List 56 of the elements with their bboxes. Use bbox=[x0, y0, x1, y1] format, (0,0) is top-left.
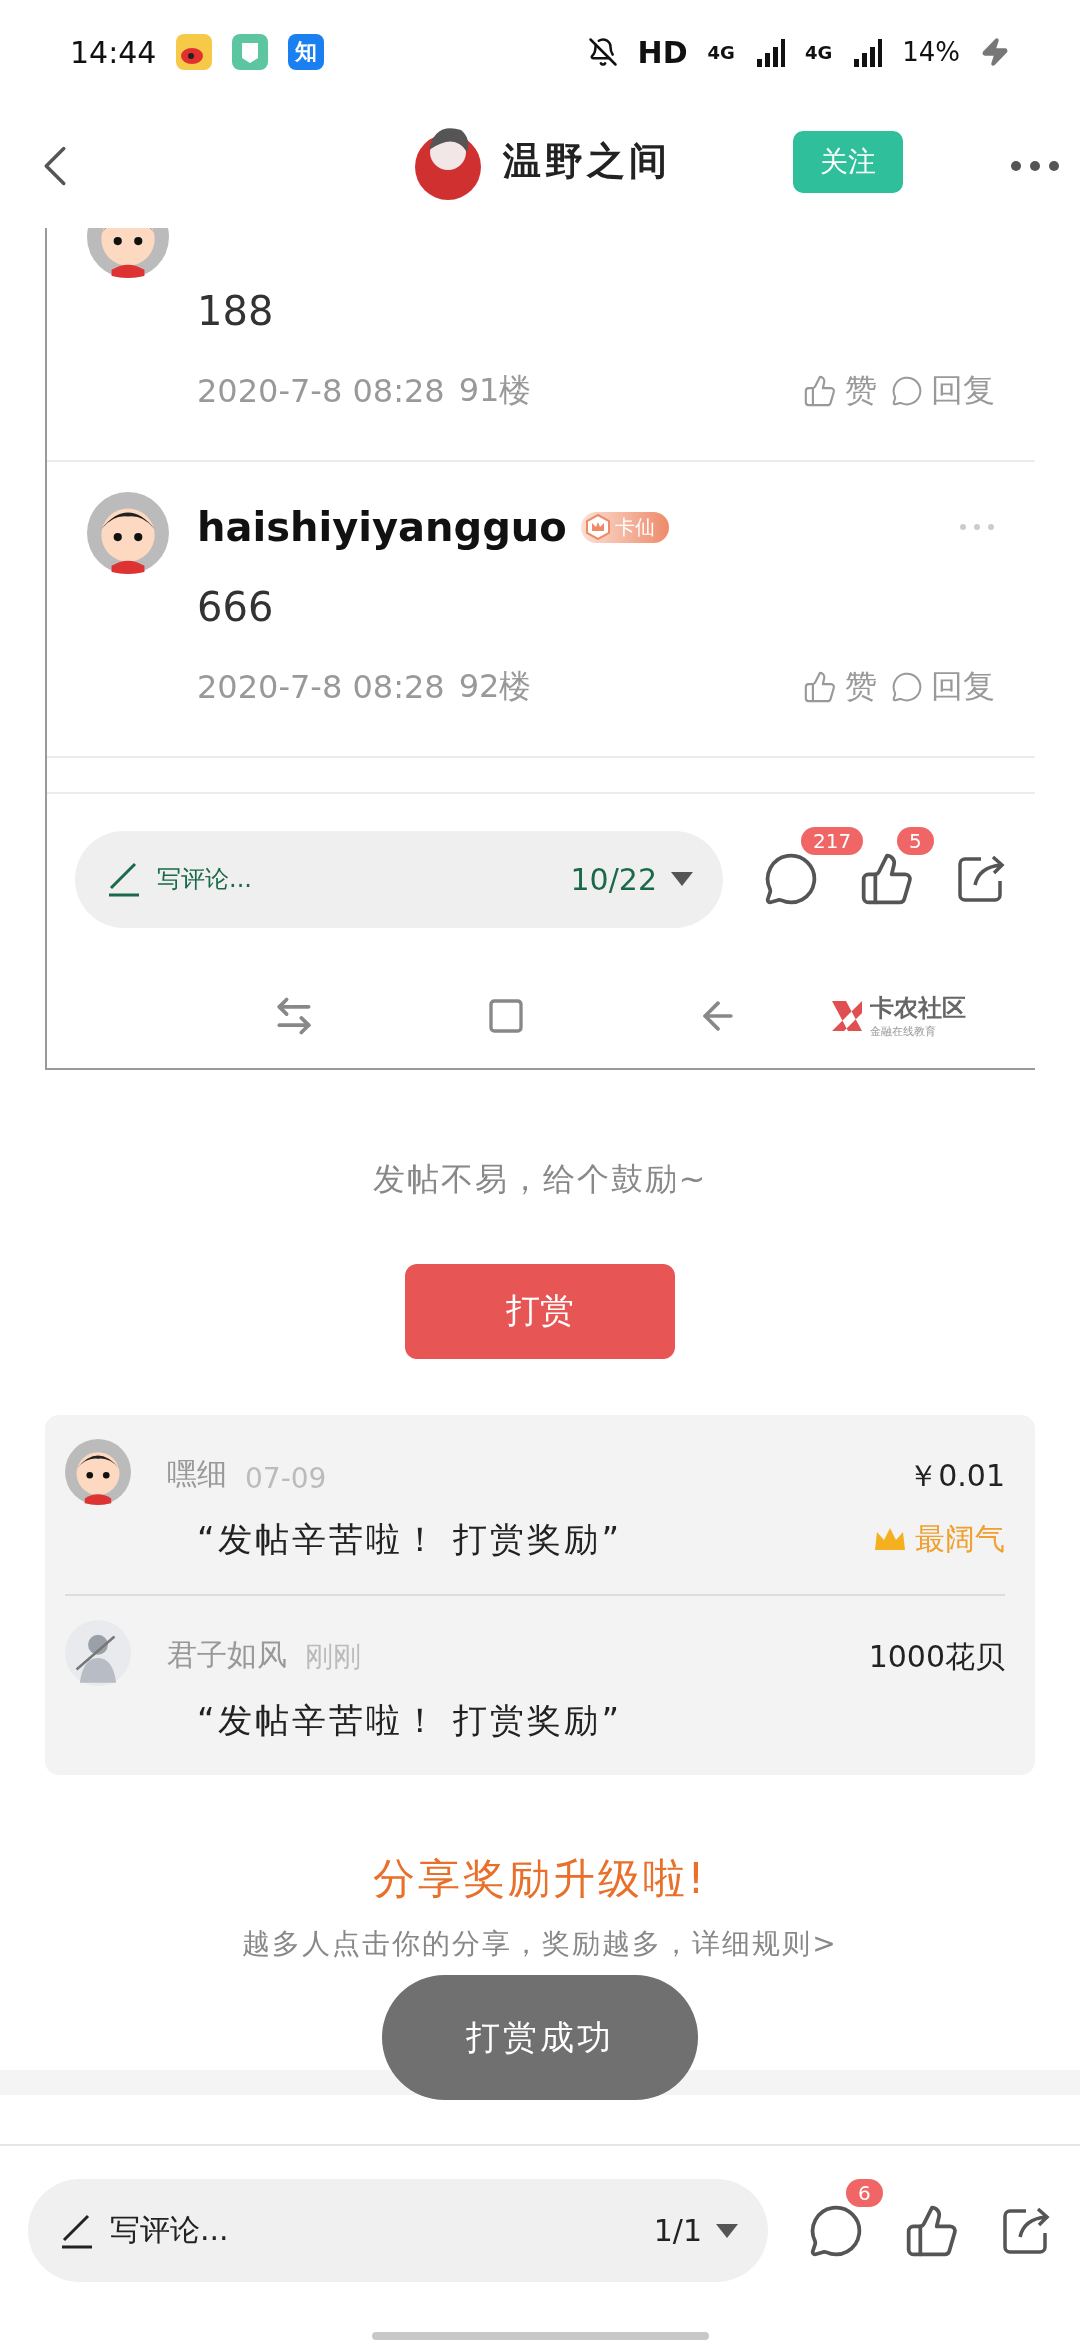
reply-button[interactable]: 回复 bbox=[891, 369, 995, 414]
logo-title: 卡农社区 bbox=[870, 993, 966, 1025]
share-rules-link[interactable]: 越多人点击你的分享，奖励越多，详细规则> bbox=[242, 1924, 838, 1963]
user-badge: 卡仙 bbox=[580, 511, 669, 543]
reply-button[interactable]: 回复 bbox=[891, 665, 995, 710]
page-counter[interactable]: 10/22 bbox=[570, 861, 657, 897]
comment-count: 217 bbox=[801, 827, 864, 856]
speech-bubble-icon bbox=[891, 375, 923, 408]
like-button[interactable]: 赞 bbox=[803, 369, 877, 414]
thumbs-up-icon bbox=[803, 670, 837, 705]
signal-icon bbox=[852, 37, 883, 68]
reward-message: “发帖辛苦啦！ 打赏奖励” bbox=[196, 1698, 624, 1742]
network-type: 4G bbox=[707, 41, 735, 63]
caret-icon[interactable] bbox=[671, 872, 693, 887]
battery-level: 14% bbox=[902, 37, 960, 68]
username: 嘿细 bbox=[167, 1454, 227, 1493]
avatar bbox=[65, 1438, 131, 1505]
comment-input[interactable]: 写评论... 10/22 bbox=[75, 830, 723, 928]
comment-time: 2020-7-8 08:28 bbox=[197, 372, 445, 411]
reward-button[interactable]: 打赏 bbox=[405, 1263, 675, 1359]
hd-indicator: HD bbox=[637, 34, 688, 70]
reward-time: 刚刚 bbox=[305, 1638, 361, 1675]
reward-amount: 1000花贝 bbox=[868, 1637, 1005, 1676]
like-count: 5 bbox=[897, 827, 934, 856]
reward-prompt: 发帖不易，给个鼓励~ bbox=[372, 1158, 708, 1200]
comment-text: 666 bbox=[197, 583, 275, 633]
reward-amount: ￥0.01 bbox=[907, 1456, 1005, 1495]
reward-time: 07-09 bbox=[245, 1461, 327, 1495]
thumbs-up-icon bbox=[803, 374, 837, 409]
network-type: 4G bbox=[804, 41, 833, 63]
app-icon: 知 bbox=[288, 34, 325, 71]
clock: 14:44 bbox=[70, 34, 157, 70]
top-tipper-label: 最阔气 bbox=[873, 1519, 1005, 1561]
comment-input[interactable]: 写评论... 1/1 bbox=[28, 2179, 768, 2283]
caret-icon[interactable] bbox=[716, 2223, 738, 2238]
floor-number: 91楼 bbox=[458, 370, 532, 412]
share-title: 分享奖励升级啦! bbox=[372, 1852, 708, 1905]
comment-text: 188 bbox=[197, 287, 275, 337]
speech-bubble-icon bbox=[891, 671, 923, 704]
like-button[interactable]: 赞 bbox=[803, 665, 877, 710]
page-title: 温野之间 bbox=[503, 137, 671, 185]
reward-message: “发帖辛苦啦！ 打赏奖励” bbox=[196, 1517, 624, 1561]
logo-subtitle: 金融在线教育 bbox=[870, 1024, 937, 1040]
bell-off-icon bbox=[587, 37, 618, 68]
comment-count: 6 bbox=[846, 2178, 883, 2207]
comment-time: 2020-7-8 08:28 bbox=[197, 668, 445, 707]
charging-icon bbox=[980, 37, 1010, 68]
floor-number: 92楼 bbox=[458, 666, 532, 708]
username: 君子如风 bbox=[167, 1635, 287, 1674]
toast: 打赏成功 bbox=[382, 1975, 698, 2100]
signal-icon bbox=[754, 37, 785, 68]
follow-button[interactable]: 关注 bbox=[793, 131, 903, 194]
username: haishiyiyangguo bbox=[197, 504, 567, 551]
page-counter[interactable]: 1/1 bbox=[653, 2213, 702, 2249]
more-icon[interactable] bbox=[1010, 160, 1060, 173]
logo-icon bbox=[830, 998, 864, 1033]
